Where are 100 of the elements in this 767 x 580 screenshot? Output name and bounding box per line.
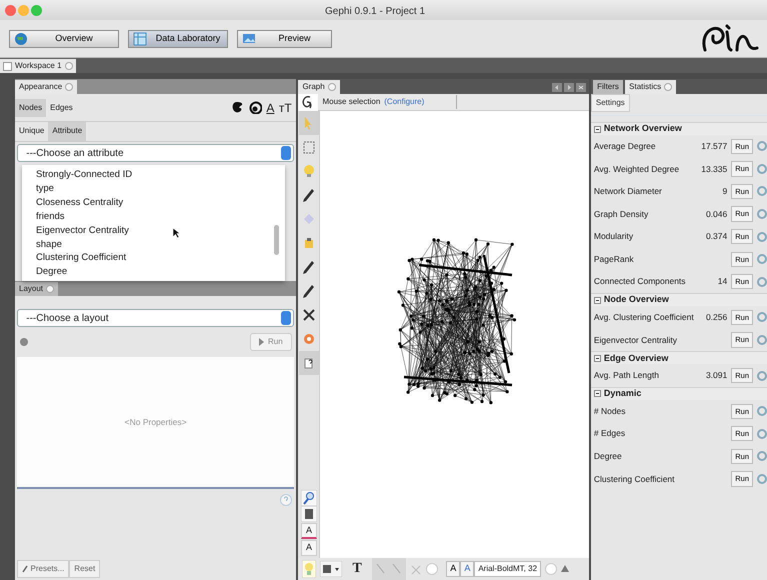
toolbar-button[interactable]: Overview bbox=[9, 30, 119, 48]
label-size-button[interactable]: тT bbox=[278, 98, 292, 116]
attribute-select[interactable]: ---Choose an attribute bbox=[17, 144, 294, 162]
info-icon[interactable] bbox=[757, 254, 767, 264]
zoom-button[interactable] bbox=[31, 4, 42, 16]
info-icon[interactable] bbox=[757, 335, 767, 346]
configure-link[interactable]: (Configure) bbox=[384, 96, 424, 108]
settings-button[interactable]: Settings bbox=[590, 94, 630, 112]
scroll-right-icon[interactable] bbox=[564, 82, 574, 92]
minimize-button[interactable] bbox=[18, 4, 29, 16]
toolbar-button[interactable]: Data Laboratory bbox=[128, 30, 228, 48]
info-icon[interactable] bbox=[757, 312, 767, 322]
dropdown-option[interactable]: Strongly-Connected ID bbox=[36, 168, 285, 182]
dropdown-option[interactable]: friends bbox=[36, 210, 285, 224]
circle-icon[interactable] bbox=[426, 563, 438, 575]
layout-select[interactable]: ---Choose a layout bbox=[17, 309, 294, 328]
toolbar-button[interactable]: Preview bbox=[237, 30, 332, 48]
pencil-icon[interactable] bbox=[300, 187, 317, 203]
info-icon[interactable] bbox=[757, 451, 767, 462]
decrease-font-button[interactable]: A bbox=[446, 561, 460, 577]
cross-icon[interactable] bbox=[300, 307, 317, 323]
scrollbar-thumb[interactable] bbox=[274, 225, 279, 255]
element-tab[interactable]: Edges bbox=[46, 98, 77, 116]
info-icon[interactable] bbox=[757, 209, 767, 220]
info-icon[interactable] bbox=[757, 164, 767, 174]
info-icon[interactable] bbox=[757, 141, 767, 152]
statistic-name: Average Degree bbox=[594, 140, 656, 151]
info-icon[interactable] bbox=[757, 428, 767, 439]
close-icon[interactable] bbox=[576, 82, 586, 92]
mode-label: Mouse selection bbox=[322, 96, 380, 108]
panel-tab[interactable]: Layout bbox=[15, 282, 58, 296]
workspace-tab[interactable]: Workspace 1 bbox=[0, 59, 76, 73]
statistic-name: Clustering Coefficient bbox=[594, 474, 675, 484]
preview-icon bbox=[242, 32, 256, 46]
cursor-icon bbox=[172, 227, 180, 239]
dropdown-option[interactable]: type bbox=[36, 182, 285, 196]
statistic-value: 3.091 bbox=[706, 370, 728, 380]
mode-tab[interactable]: Attribute bbox=[48, 122, 86, 141]
background-menu-icon[interactable] bbox=[320, 561, 342, 577]
label-color-button[interactable]: A bbox=[266, 98, 274, 116]
no-properties-text: <No Properties> bbox=[124, 416, 187, 429]
bulb-icon[interactable] bbox=[302, 560, 316, 578]
pencil-icon[interactable] bbox=[300, 259, 317, 275]
dropdown-option[interactable]: Closeness Centrality bbox=[36, 196, 285, 210]
statistic-name: Modularity bbox=[594, 231, 634, 242]
section-title: Dynamic bbox=[604, 387, 642, 400]
dropdown-option[interactable]: Eigenvector Centrality bbox=[36, 224, 285, 238]
dropdown-option[interactable]: Clustering Coefficient bbox=[36, 251, 285, 266]
section-title: Network Overview bbox=[604, 122, 682, 136]
statistic-value: 13.335 bbox=[701, 164, 728, 174]
info-icon[interactable] bbox=[757, 232, 767, 242]
statistic-name: Graph Density bbox=[594, 208, 648, 219]
text-button[interactable]: T bbox=[352, 561, 362, 577]
info-icon[interactable] bbox=[757, 370, 767, 381]
info-icon[interactable] bbox=[757, 276, 767, 287]
panel-tab[interactable]: Filters bbox=[593, 80, 623, 94]
info-icon[interactable] bbox=[757, 474, 767, 484]
increase-font-button[interactable]: A bbox=[460, 561, 474, 577]
statistic-name: Degree bbox=[594, 451, 622, 462]
collapse-icon[interactable] bbox=[594, 390, 601, 398]
statistic-value: 0.256 bbox=[706, 312, 728, 322]
reset-button[interactable]: Reset bbox=[69, 560, 100, 578]
statistic-value: 14 bbox=[718, 276, 728, 286]
section-title: Edge Overview bbox=[604, 352, 668, 365]
statistic-name: Avg. Clustering Coefficient bbox=[594, 312, 694, 322]
font-field[interactable]: Arial-BoldMT, 32 bbox=[474, 561, 542, 577]
selection-icon[interactable] bbox=[300, 139, 317, 155]
statistic-value: 9 bbox=[722, 186, 728, 196]
label-size-button[interactable]: A bbox=[300, 540, 317, 556]
panel-tab[interactable]: Statistics bbox=[625, 80, 676, 94]
statistic-name: Eigenvector Centrality bbox=[594, 334, 678, 345]
status-dot-icon bbox=[20, 338, 28, 346]
panel-tab[interactable]: Appearance bbox=[15, 80, 78, 94]
table-icon bbox=[133, 32, 147, 46]
mode-tab[interactable]: Unique bbox=[15, 122, 48, 141]
statistic-value: 0.374 bbox=[706, 231, 728, 242]
dropdown-option[interactable]: shape bbox=[36, 238, 285, 252]
info-icon[interactable] bbox=[757, 406, 767, 416]
pencil-icon[interactable] bbox=[300, 283, 317, 299]
collapse-icon[interactable] bbox=[594, 354, 601, 362]
palette-icon[interactable] bbox=[231, 101, 244, 114]
element-tab[interactable]: Nodes bbox=[15, 98, 46, 116]
info-icon[interactable] bbox=[757, 186, 767, 196]
statistic-name: Connected Components bbox=[594, 276, 686, 286]
scroll-left-icon[interactable] bbox=[552, 82, 562, 92]
window-title: Gephi 0.9.1 - Project 1 bbox=[325, 5, 426, 19]
label-color-button[interactable]: A bbox=[300, 522, 317, 539]
triangle-icon[interactable] bbox=[561, 565, 570, 573]
size-icon[interactable] bbox=[248, 101, 262, 114]
statistic-name: # Edges bbox=[594, 428, 626, 438]
panel-tab[interactable]: Graph bbox=[298, 80, 340, 94]
circle-icon[interactable] bbox=[545, 563, 558, 575]
close-button[interactable] bbox=[4, 4, 16, 16]
collapse-icon[interactable] bbox=[594, 126, 601, 132]
statistic-name: PageRank bbox=[594, 254, 634, 264]
dropdown-option[interactable]: Degree bbox=[36, 265, 285, 280]
play-icon bbox=[259, 338, 264, 346]
presets-button[interactable]: Presets... bbox=[17, 560, 70, 578]
zoom-icon[interactable] bbox=[300, 490, 317, 506]
collapse-icon[interactable] bbox=[594, 296, 601, 304]
